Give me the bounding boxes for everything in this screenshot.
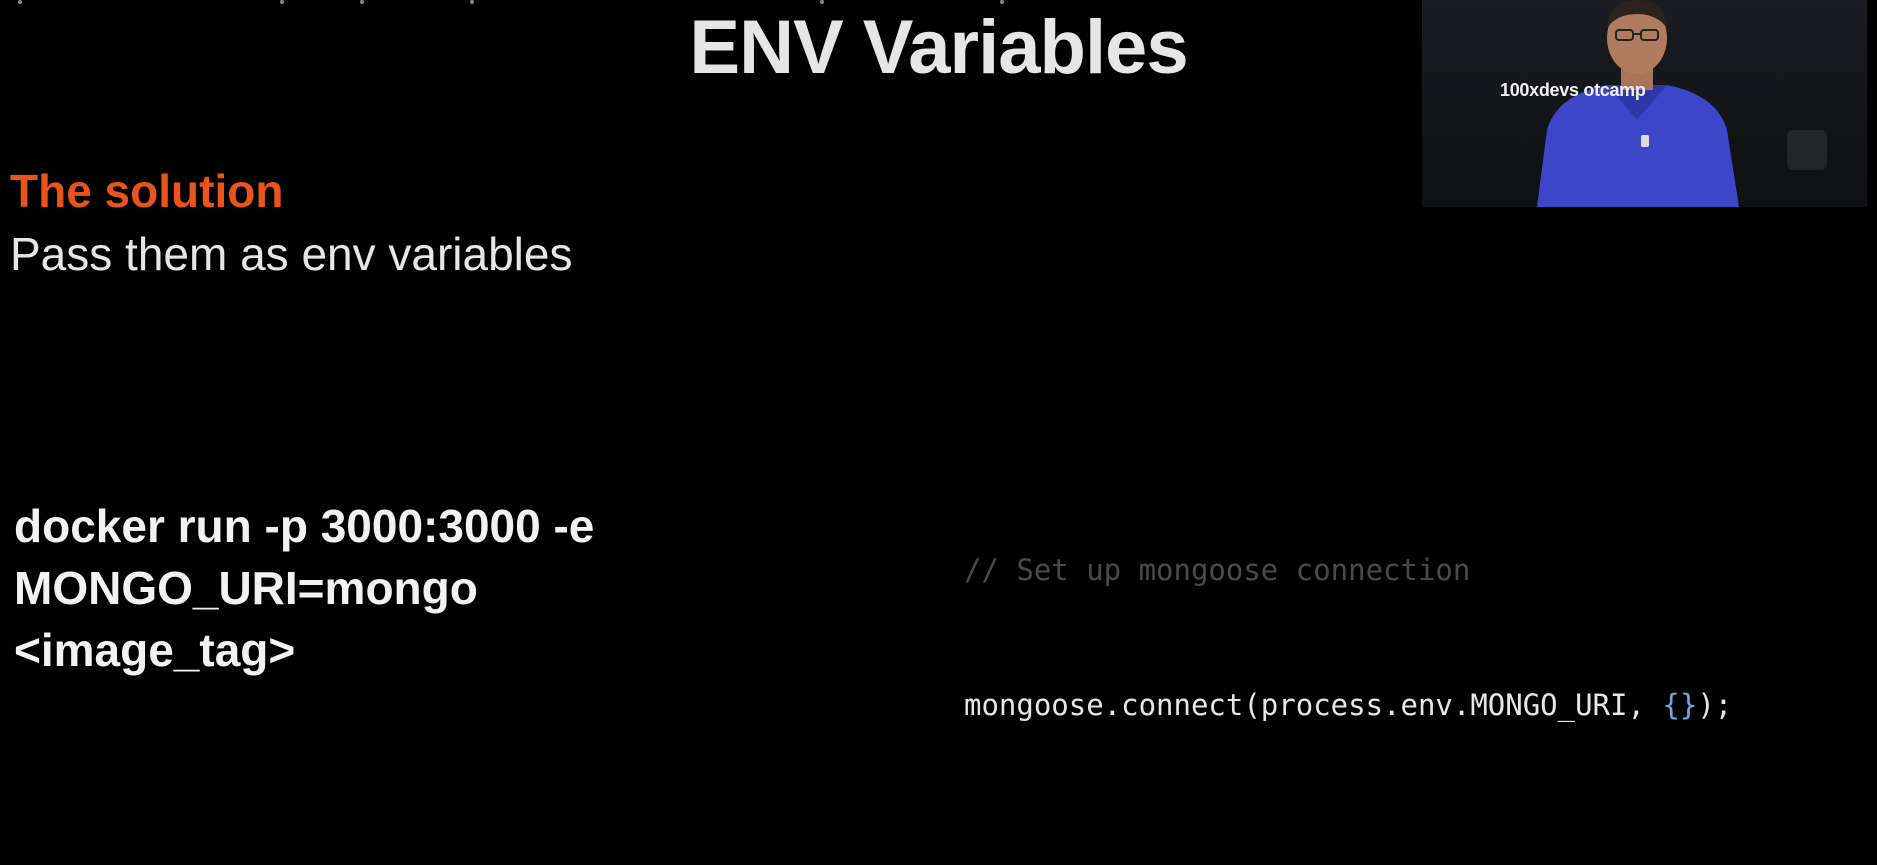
docker-command: docker run -p 3000:3000 -e MONGO_URI=mon… (14, 495, 594, 681)
code-snippet: // Set up mongoose connection mongoose.c… (964, 458, 1732, 818)
code-comment: // Set up mongoose connection (964, 553, 1471, 587)
code-line: mongoose.connect(process.env.MONGO_URI, … (964, 683, 1732, 728)
code-line-braces: {} (1662, 688, 1698, 722)
strip-mark (820, 0, 824, 4)
command-line: <image_tag> (14, 624, 296, 676)
solution-text: Pass them as env variables (10, 228, 573, 280)
strip-mark (360, 0, 364, 4)
presenter-figure (1537, 0, 1739, 207)
strip-mark (1000, 0, 1004, 4)
solution-heading: The solution (10, 165, 284, 217)
strip-mark (18, 0, 22, 4)
strip-mark (470, 0, 474, 4)
background-light (1787, 130, 1827, 170)
video-banner-text: 100xdevs otcamp (1500, 80, 1646, 100)
command-line: MONGO_URI=mongo (14, 562, 478, 614)
slide-stage: ENV Variables The solution Pass them as … (0, 0, 1877, 865)
presenter-video-overlay: 100xdevs otcamp (1422, 0, 1867, 207)
code-line-prefix: mongoose.connect(process.env.MONGO_URI, (964, 688, 1663, 722)
strip-mark (280, 0, 284, 4)
code-line-suffix: ); (1697, 688, 1733, 722)
command-line: docker run -p 3000:3000 -e (14, 500, 595, 552)
top-edge-strip (0, 0, 1420, 4)
